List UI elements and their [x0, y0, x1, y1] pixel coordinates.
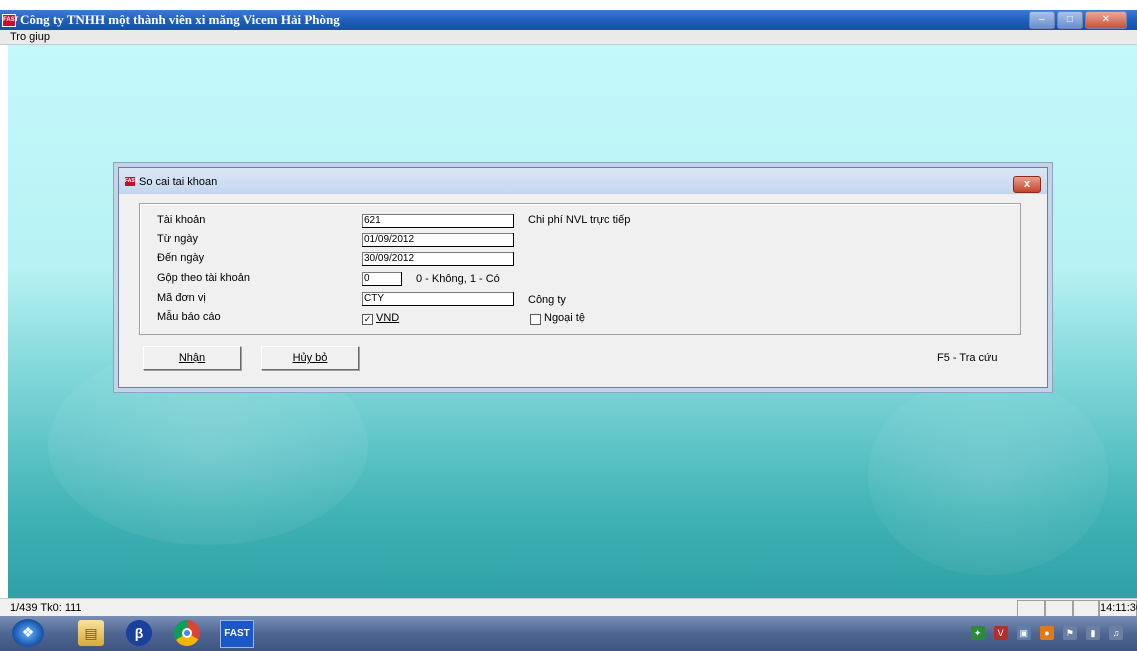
app-titlebar: FAST Công ty TNHH một thành viên xi măng…: [0, 10, 1137, 30]
group-by-label: Gộp theo tài khoản: [157, 272, 250, 284]
security-tray-icon[interactable]: ●: [1039, 626, 1054, 640]
status-text: 1/439 Tk0: 111: [10, 602, 82, 614]
status-panel: [1017, 600, 1045, 617]
foreign-currency-label: Ngoại tệ: [544, 312, 585, 324]
unit-label: Mã đơn vị: [157, 292, 206, 304]
lookup-hotkey-hint: F5 - Tra cứu: [937, 352, 998, 364]
fast-app-icon: FAST: [125, 177, 138, 186]
window-controls: – □ ✕: [1028, 11, 1127, 29]
group-by-field[interactable]: 0: [362, 272, 402, 286]
foreign-currency-checkbox[interactable]: [530, 314, 541, 325]
account-label: Tài khoản: [157, 214, 206, 226]
account-description: Chi phí NVL trực tiếp: [528, 214, 631, 226]
parameters-group: Tài khoản 621 Chi phí NVL trực tiếp Từ n…: [139, 203, 1021, 335]
status-panel: [1073, 600, 1099, 617]
volume-tray-icon[interactable]: ♫: [1109, 626, 1123, 640]
from-date-field[interactable]: 01/09/2012: [362, 233, 514, 247]
maximize-button[interactable]: □: [1056, 11, 1083, 29]
os-taskbar: ❖ ▤ β FAST ✦ V ▣ ● ⚑ ▮ ♫: [0, 616, 1137, 651]
start-orb-icon[interactable]: ❖: [12, 619, 44, 647]
cancel-button-label: Hủy bỏ: [292, 352, 328, 364]
ok-button-label: Nhận: [178, 352, 206, 364]
display-tray-icon[interactable]: ▣: [1016, 626, 1031, 640]
status-panel: [1045, 600, 1073, 617]
from-date-label: Từ ngày: [157, 233, 198, 245]
action-center-flag-icon[interactable]: ⚑: [1062, 626, 1077, 640]
battery-tray-icon[interactable]: ▮: [1085, 626, 1100, 640]
window-title: Công ty TNHH một thành viên xi măng Vice…: [20, 12, 340, 27]
system-tray: ✦ V ▣ ● ⚑ ▮ ♫: [965, 626, 1123, 642]
template-label: Mẫu báo cáo: [157, 311, 221, 323]
status-bar: 1/439 Tk0: 111 14:11:30: [0, 598, 1137, 617]
antivirus-tray-icon[interactable]: V: [993, 626, 1008, 640]
fast-taskbar-button[interactable]: FAST: [220, 620, 254, 648]
unit-field[interactable]: CTY: [362, 292, 514, 306]
ok-button[interactable]: Nhận: [143, 346, 241, 370]
bluetooth-icon[interactable]: β: [126, 620, 152, 646]
group-by-hint: 0 - Không, 1 - Có: [416, 273, 500, 285]
menu-item-help[interactable]: Tro giup: [10, 31, 50, 43]
fast-app-icon: FAST: [2, 14, 18, 27]
menu-bar: Tro giup: [0, 30, 1137, 45]
vnd-label: VND: [376, 312, 400, 324]
chrome-icon[interactable]: [174, 620, 200, 646]
status-clock: 14:11:30: [1099, 600, 1137, 617]
dialog-close-button[interactable]: x: [1013, 176, 1041, 193]
close-button[interactable]: ✕: [1085, 11, 1127, 29]
to-date-label: Đến ngày: [157, 252, 205, 264]
network-tray-icon[interactable]: ✦: [970, 626, 985, 640]
file-explorer-icon[interactable]: ▤: [78, 620, 104, 646]
unit-description: Công ty: [528, 294, 566, 306]
to-date-field[interactable]: 30/09/2012: [362, 252, 514, 266]
vnd-checkbox[interactable]: ✓: [362, 314, 373, 325]
cancel-button[interactable]: Hủy bỏ: [261, 346, 359, 370]
ledger-dialog: FAST So cai tai khoan x Tài khoản 621 Ch…: [118, 167, 1048, 388]
dialog-title: So cai tai khoan: [139, 176, 218, 188]
dialog-titlebar[interactable]: FAST So cai tai khoan x: [119, 168, 1047, 194]
minimize-button[interactable]: –: [1028, 11, 1055, 29]
background-decoration: [868, 375, 1108, 575]
account-field[interactable]: 621: [362, 214, 514, 228]
